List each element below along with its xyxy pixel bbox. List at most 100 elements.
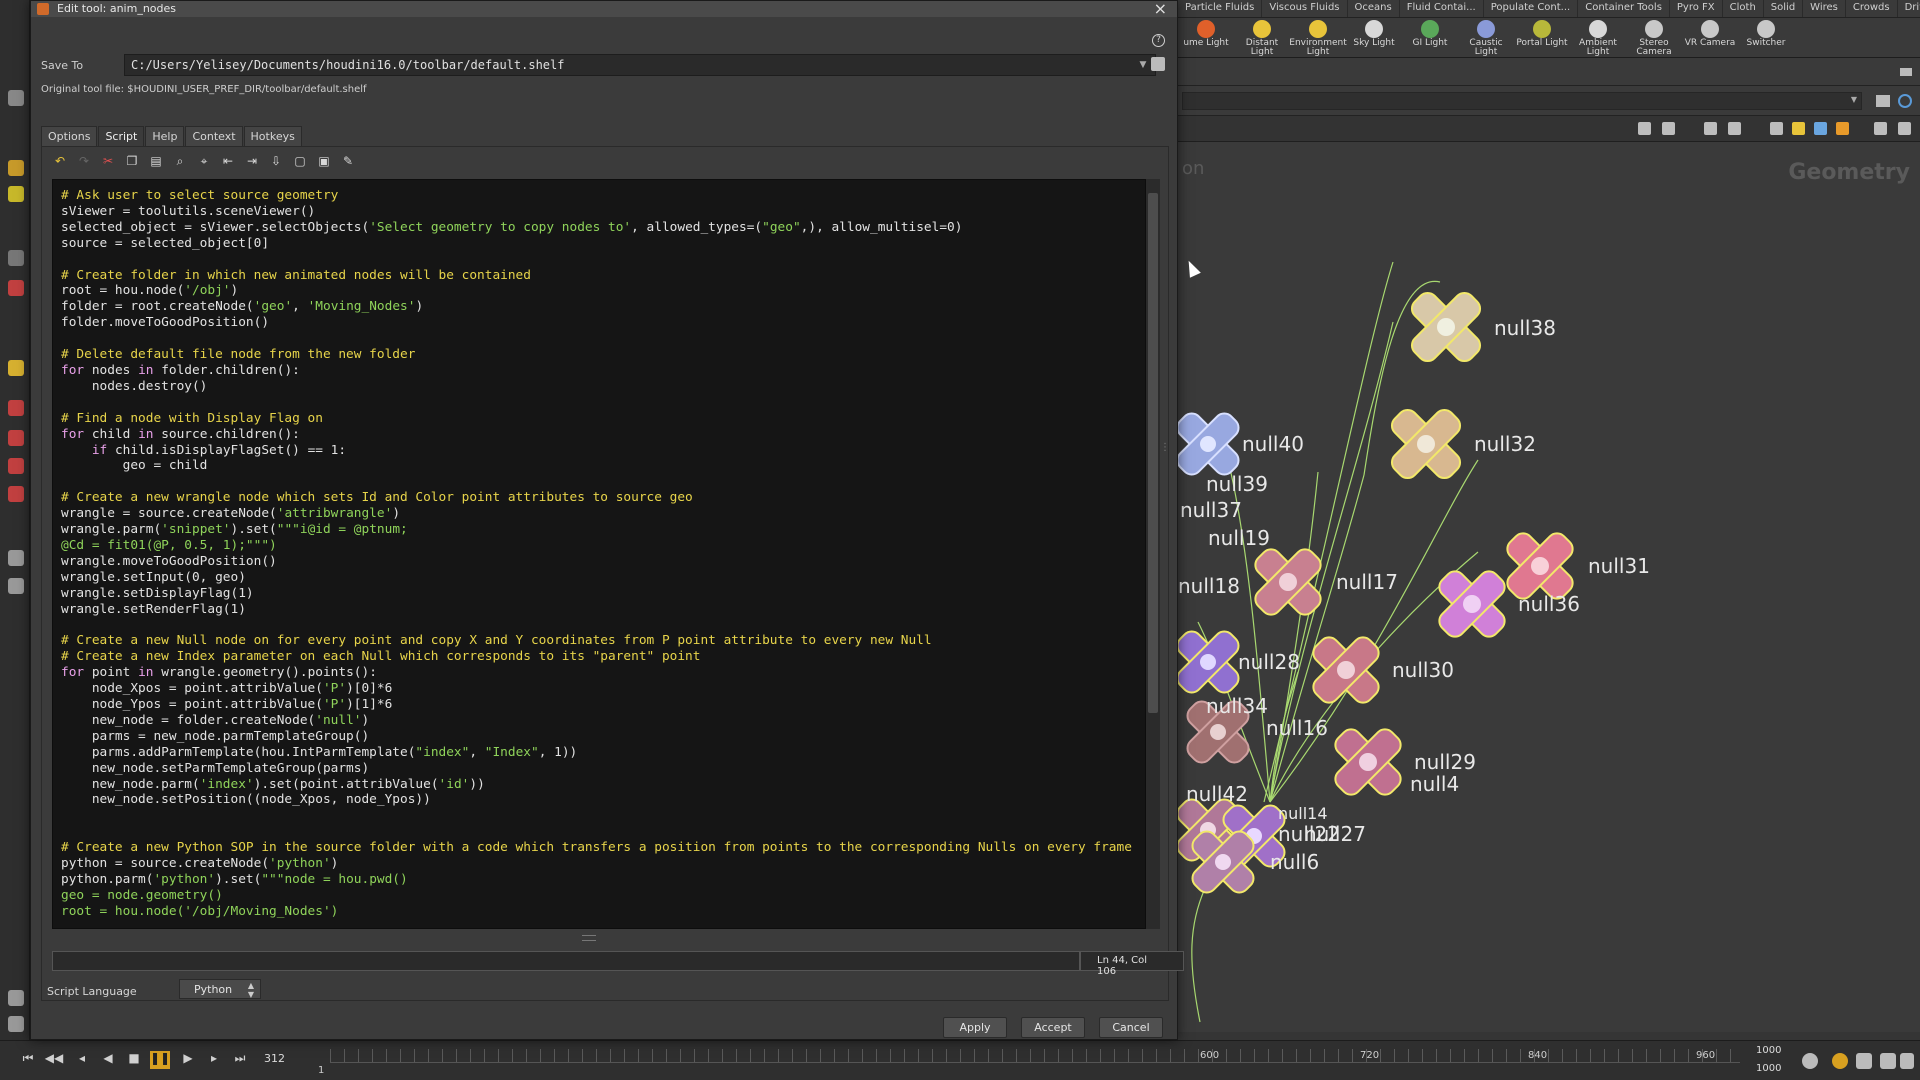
shelf-tab[interactable]: Pyro FX [1670,0,1723,17]
step-back-icon[interactable]: ◂ [72,1051,92,1069]
tab-options[interactable]: Options [41,126,98,146]
link-icon[interactable] [1898,94,1912,108]
image-icon[interactable] [1814,122,1827,135]
timeline-ruler[interactable]: 600 720 840 960 [330,1049,1740,1063]
pose-tool-icon[interactable] [8,250,24,266]
script-editor[interactable]: # Ask user to select source geometry sVie… [52,179,1146,929]
tab-help[interactable]: Help [145,126,185,146]
tool-icon[interactable] [8,550,24,566]
uncomment-icon[interactable]: ▣ [316,153,332,169]
cancel-button[interactable]: Cancel [1099,1017,1163,1038]
command-field[interactable] [52,951,1080,971]
notes-icon[interactable]: ✎ [340,153,356,169]
pin-icon[interactable] [1876,95,1890,107]
shelf-tool-button[interactable]: Environment Light [1289,18,1347,57]
audio-icon[interactable] [1880,1053,1896,1069]
editor-scrollbar[interactable] [1146,179,1160,929]
magnet-tool-icon[interactable] [8,280,24,296]
loop-icon[interactable] [1856,1053,1872,1069]
tree-view-icon[interactable] [1638,122,1651,135]
splitter-handle[interactable]: ⋮ [1160,442,1170,453]
replace-icon[interactable]: ⌖ [196,153,212,169]
save-to-field[interactable]: C:/Users/Yelisey/Documents/houdini16.0/t… [124,54,1156,76]
redo-icon[interactable]: ↷ [76,153,92,169]
undo-icon[interactable]: ↶ [52,153,68,169]
settings-icon[interactable] [1900,1053,1914,1069]
shelf-tab[interactable]: Wires [1803,0,1846,17]
display-options-icon[interactable] [1898,122,1911,135]
handle-tool-icon[interactable] [8,186,24,202]
shelf-tool-button[interactable]: Portal Light [1514,18,1570,57]
grid-view-icon[interactable] [1704,122,1717,135]
key-icon[interactable] [1802,1053,1818,1069]
pause-icon[interactable]: ❚❚ [150,1051,170,1069]
node-null32[interactable] [1369,387,1482,500]
shelf-tab[interactable]: Drive Simula... [1898,0,1920,17]
shelf-tab[interactable]: Container Tools [1578,0,1670,17]
file-browse-icon[interactable] [1151,57,1165,71]
path-field[interactable]: ▼ [1182,92,1862,110]
range-end-field[interactable]: 1000 [1756,1063,1781,1074]
tool-icon[interactable] [8,486,24,502]
list-view-icon[interactable] [1662,122,1675,135]
current-frame-field[interactable]: 312 [264,1052,285,1065]
close-icon[interactable]: × [1154,0,1167,18]
tool-icon[interactable] [8,458,24,474]
tab-context[interactable]: Context [185,126,243,146]
realtime-icon[interactable] [1832,1053,1848,1069]
script-language-select[interactable]: Python ▲ ▼ [179,979,261,999]
node-null29[interactable] [1314,708,1421,815]
shelf-tool-button[interactable]: GI Light [1402,18,1458,57]
tool-icon[interactable] [8,400,24,416]
arrow-tool-icon[interactable] [8,90,24,106]
shelf-tool-button[interactable]: Distant Light [1234,18,1290,57]
splitter-handle[interactable] [582,935,596,941]
shelf-tool-button[interactable]: ume Light [1178,18,1234,57]
node-graph[interactable] [1178,142,1920,1032]
goto-line-icon[interactable]: ⇩ [268,153,284,169]
shelf-tool-button[interactable]: Caustic Light [1458,18,1514,57]
step-forward-icon[interactable]: ▸ [204,1051,224,1069]
stop-icon[interactable]: ■ [124,1051,144,1069]
copy-icon[interactable]: ❐ [124,153,140,169]
end-frame-field[interactable]: 1000 [1756,1045,1781,1056]
paste-icon[interactable]: ▤ [148,153,164,169]
tool-icon[interactable] [8,1016,24,1032]
play-icon[interactable]: ▶ [178,1051,198,1069]
shelf-tab[interactable]: Oceans [1348,0,1400,17]
shelf-tab[interactable]: Particle Fluids [1178,0,1263,17]
apply-button[interactable]: Apply [943,1017,1007,1038]
tab-hotkeys[interactable]: Hotkeys [243,126,302,146]
chevron-down-icon[interactable]: ▼ [1851,95,1857,104]
network-editor[interactable]: on Geometry null38 null40 null39 null37 … [1178,142,1920,1032]
step-key-back-icon[interactable]: ◀◀ [44,1051,64,1069]
node-null36[interactable] [1418,550,1525,657]
comment-icon[interactable]: ▢ [292,153,308,169]
shelf-tab[interactable]: Crowds [1846,0,1898,17]
shelf-tab[interactable]: Cloth [1723,0,1764,17]
shelf-tool-button[interactable]: Stereo Camera [1626,18,1682,57]
select-tool-icon[interactable] [8,160,24,176]
dialog-title-bar[interactable]: Edit tool: anim_nodes × [31,0,1177,18]
shelf-tab[interactable]: Solid [1764,0,1804,17]
shelf-tool-button[interactable]: Switcher [1738,18,1794,57]
scrollbar-thumb[interactable] [1148,193,1158,713]
tool-icon[interactable] [8,990,24,1006]
node-null38[interactable] [1389,270,1502,383]
jump-start-icon[interactable]: ⏮ [18,1051,38,1069]
layout-icon[interactable] [1770,122,1783,135]
tool-icon[interactable] [8,360,24,376]
tool-icon[interactable] [8,430,24,446]
shelf-tab[interactable]: Viscous Fluids [1262,0,1348,17]
tool-icon[interactable] [8,578,24,594]
indent-icon[interactable]: ⇥ [244,153,260,169]
shelf-tab[interactable]: Populate Cont... [1484,0,1579,17]
tab-script[interactable]: Script [98,126,145,146]
shelf-tool-button[interactable]: Sky Light [1346,18,1402,57]
find-icon[interactable]: ⌕ [172,153,188,169]
sticky-note-icon[interactable] [1792,122,1805,135]
shelf-tool-button[interactable]: Ambient Light [1570,18,1626,57]
cut-icon[interactable]: ✂ [100,153,116,169]
shelf-tool-button[interactable]: VR Camera [1682,18,1738,57]
grid-snap-icon[interactable] [1728,122,1741,135]
